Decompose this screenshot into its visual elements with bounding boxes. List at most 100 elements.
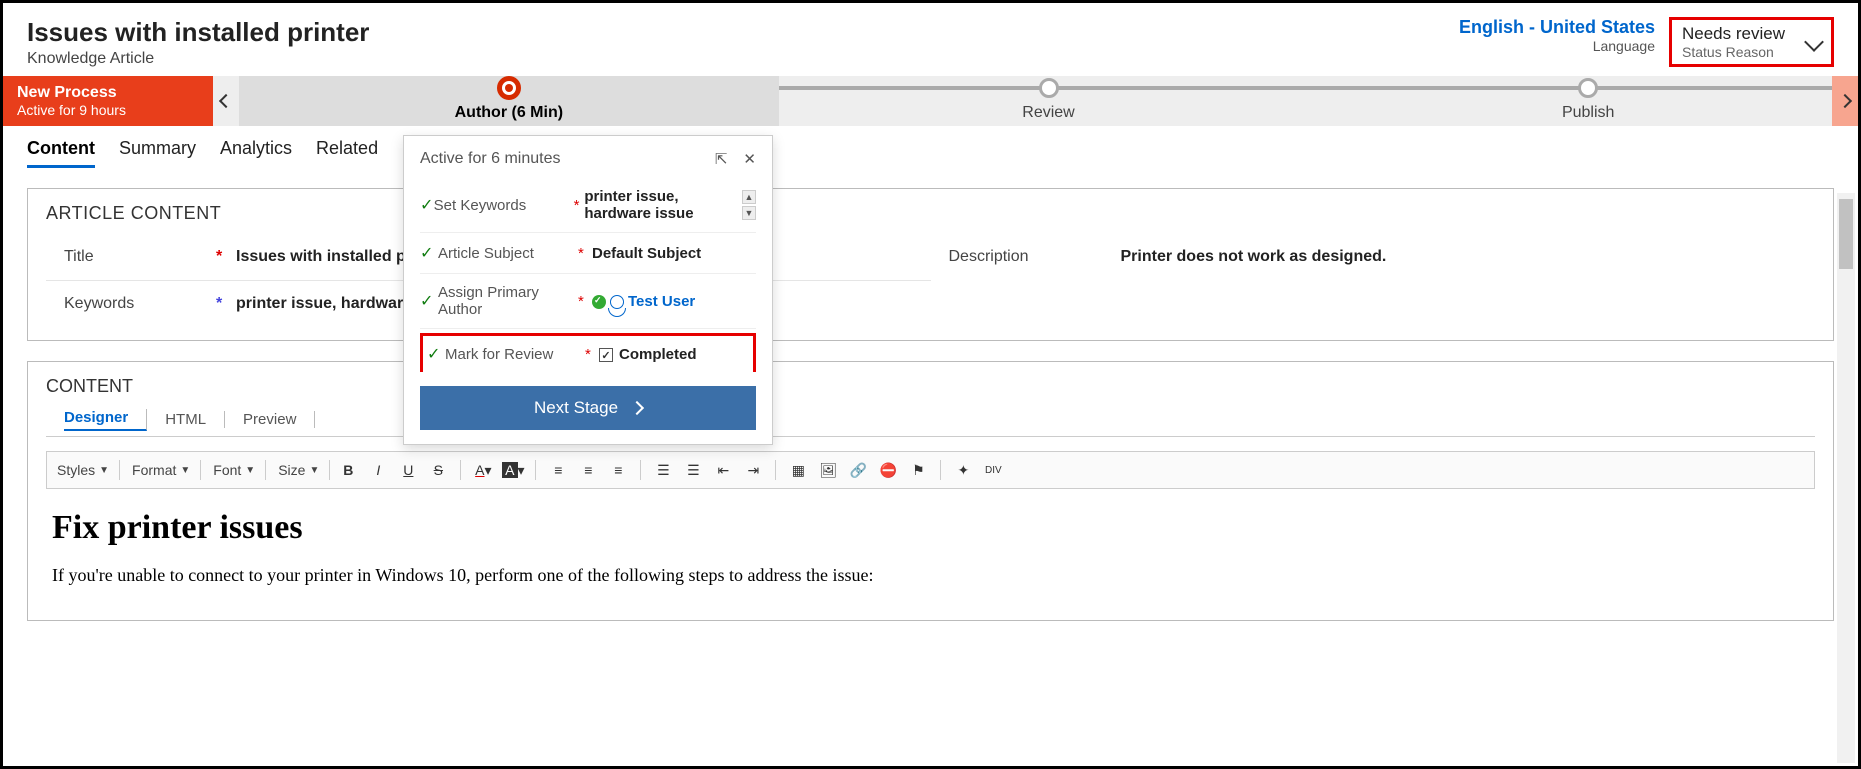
size-select[interactable]: Size▼ xyxy=(272,460,330,480)
next-stage-button[interactable]: Next Stage xyxy=(420,386,756,430)
vertical-scrollbar[interactable] xyxy=(1837,193,1855,763)
record-header: Issues with installed printer Knowledge … xyxy=(3,3,1858,76)
step-value: printer issue, hardware issue xyxy=(584,188,742,222)
editor-tab-html[interactable]: HTML xyxy=(165,411,225,428)
styles-select[interactable]: Styles▼ xyxy=(51,460,120,480)
editor-canvas[interactable]: Fix printer issues If you're unable to c… xyxy=(46,489,1815,606)
person-icon xyxy=(610,295,624,309)
outdent-icon[interactable]: ⇤ xyxy=(711,458,735,482)
author-link[interactable]: Test User xyxy=(628,293,695,310)
language-field[interactable]: English - United States Language xyxy=(1459,17,1655,54)
check-icon: ✓ xyxy=(420,243,438,263)
required-icon: * xyxy=(578,293,592,310)
flyout-duration: Active for 6 minutes xyxy=(420,150,561,168)
scroll-thumb[interactable] xyxy=(1839,199,1853,269)
record-title: Issues with installed printer xyxy=(27,17,369,48)
required-icon: * xyxy=(578,245,592,262)
dock-icon[interactable]: ⇱ xyxy=(715,150,728,168)
stage-indicator-icon xyxy=(1039,78,1059,98)
required-icon: * xyxy=(216,248,236,266)
italic-icon[interactable]: I xyxy=(366,458,390,482)
link-icon[interactable]: 🔗 xyxy=(846,458,870,482)
format-select[interactable]: Format▼ xyxy=(126,460,201,480)
stage-indicator-icon xyxy=(1578,78,1598,98)
close-icon[interactable]: ✕ xyxy=(743,150,756,168)
table-icon[interactable]: ▦ xyxy=(786,458,810,482)
step-set-keywords[interactable]: ✓ Set Keywords * printer issue, hardware… xyxy=(420,178,756,233)
indent-icon[interactable]: ⇥ xyxy=(741,458,765,482)
step-article-subject[interactable]: ✓ Article Subject * Default Subject xyxy=(420,233,756,274)
editor-tab-designer[interactable]: Designer xyxy=(64,409,147,431)
doc-paragraph: If you're unable to connect to your prin… xyxy=(52,565,1809,586)
align-right-icon[interactable]: ≡ xyxy=(606,458,630,482)
tab-analytics[interactable]: Analytics xyxy=(220,138,292,168)
check-icon: ✓ xyxy=(427,344,445,364)
stage-label: Publish xyxy=(1562,104,1614,122)
align-center-icon[interactable]: ≡ xyxy=(576,458,600,482)
presence-icon xyxy=(592,295,606,309)
content-section: CONTENT Designer HTML Preview ↶ Styles▼ … xyxy=(27,361,1834,621)
bpf-process-name[interactable]: New Process Active for 9 hours xyxy=(3,76,213,126)
chevron-down-icon xyxy=(1804,32,1824,52)
stage-label: Author (6 Min) xyxy=(455,104,563,122)
stage-flyout: Active for 6 minutes ⇱ ✕ ✓ Set Keywords … xyxy=(403,135,773,445)
step-value: Completed xyxy=(599,346,697,363)
article-content-section: ARTICLE CONTENT Title * Issues with inst… xyxy=(27,188,1834,341)
field-label: Description xyxy=(931,248,1101,266)
language-value: English - United States xyxy=(1459,17,1655,38)
bpf-stage-publish[interactable]: Publish xyxy=(1318,76,1858,126)
description-field[interactable]: Description Printer does not work as des… xyxy=(931,234,1816,280)
step-assign-author[interactable]: ✓ Assign Primary Author * Test User xyxy=(420,274,756,329)
bpf-stage-author[interactable]: Author (6 Min) xyxy=(239,76,779,126)
tab-content[interactable]: Content xyxy=(27,138,95,168)
step-mark-for-review[interactable]: ✓ Mark for Review * Completed xyxy=(420,333,756,372)
check-icon: ✓ xyxy=(420,291,438,311)
tab-summary[interactable]: Summary xyxy=(119,138,196,168)
section-heading: CONTENT xyxy=(46,376,1815,397)
checkbox-icon[interactable] xyxy=(599,348,613,362)
status-reason-field[interactable]: Needs review Status Reason xyxy=(1669,17,1834,67)
bpf-scroll-right[interactable] xyxy=(1832,76,1858,126)
section-heading: ARTICLE CONTENT xyxy=(46,203,1815,224)
underline-icon[interactable]: U xyxy=(396,458,420,482)
stage-indicator-icon xyxy=(497,76,521,100)
font-select[interactable]: Font▼ xyxy=(207,460,266,480)
align-left-icon[interactable]: ≡ xyxy=(546,458,570,482)
status-label: Status Reason xyxy=(1682,44,1785,60)
editor-mode-tabs: Designer HTML Preview ↶ xyxy=(46,407,1815,437)
text-color-icon[interactable]: A▾ xyxy=(471,458,495,482)
process-duration: Active for 9 hours xyxy=(17,102,199,118)
step-scroll[interactable]: ▲▼ xyxy=(742,190,756,220)
step-label: Mark for Review xyxy=(445,346,585,363)
strike-icon[interactable]: S xyxy=(426,458,450,482)
step-label: Article Subject xyxy=(438,245,578,262)
required-icon: * xyxy=(574,197,585,214)
div-icon[interactable]: DIV xyxy=(981,458,1005,482)
editor-tab-preview[interactable]: Preview xyxy=(243,411,315,428)
tab-related[interactable]: Related xyxy=(316,138,378,168)
bg-color-icon[interactable]: A▾ xyxy=(501,458,525,482)
entity-type: Knowledge Article xyxy=(27,50,369,68)
embed-icon[interactable]: ✦ xyxy=(951,458,975,482)
bpf-stage-review[interactable]: Review xyxy=(779,76,1319,126)
bpf-bar: New Process Active for 9 hours Author (6… xyxy=(3,76,1858,126)
bpf-scroll-left[interactable] xyxy=(213,76,239,126)
field-value: Printer does not work as designed. xyxy=(1121,248,1387,266)
bullet-list-icon[interactable]: ☰ xyxy=(681,458,705,482)
stage-label: Review xyxy=(1022,104,1074,122)
button-label: Next Stage xyxy=(534,398,618,418)
form-tabs: Content Summary Analytics Related xyxy=(3,126,1858,168)
numbered-list-icon[interactable]: ☰ xyxy=(651,458,675,482)
process-name: New Process xyxy=(17,84,199,102)
step-label: Set Keywords xyxy=(434,197,574,214)
flag-icon[interactable]: ⚑ xyxy=(906,458,930,482)
field-label: Title xyxy=(46,248,216,266)
chevron-right-icon xyxy=(630,401,644,415)
check-icon: ✓ xyxy=(420,195,434,215)
image-icon[interactable]: 🖼 xyxy=(816,458,840,482)
unlink-icon[interactable]: ⛔ xyxy=(876,458,900,482)
bold-icon[interactable]: B xyxy=(336,458,360,482)
step-value: Default Subject xyxy=(592,245,701,262)
doc-heading: Fix printer issues xyxy=(52,509,1809,547)
chevron-right-icon xyxy=(1838,94,1852,108)
